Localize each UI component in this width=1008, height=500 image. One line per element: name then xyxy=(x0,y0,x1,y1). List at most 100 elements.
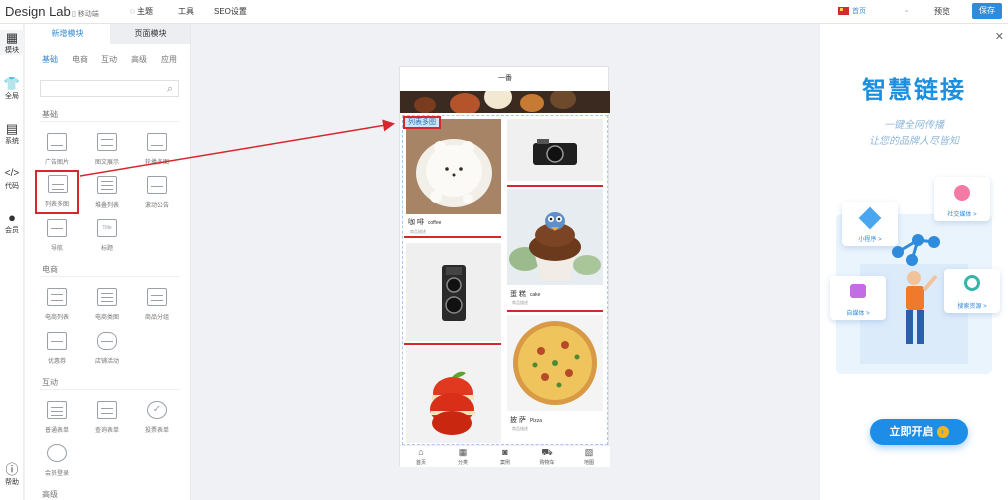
product-list-icon xyxy=(47,288,67,306)
tile-store-activity[interactable]: 店铺活动 xyxy=(86,329,128,371)
tile-image-text[interactable]: 图文展示 xyxy=(86,130,128,172)
card-search-resources[interactable]: 搜索资源 > xyxy=(944,269,1000,313)
search-icon xyxy=(964,275,980,291)
tile-scroll-notice[interactable]: 滚动公告 xyxy=(136,173,178,215)
modules-icon: ▦ xyxy=(5,30,19,45)
module-label-tag[interactable]: 列表多图 xyxy=(403,116,441,129)
category-ecommerce[interactable]: 电商 xyxy=(72,54,88,65)
group-basic-heading: 基础 xyxy=(42,110,58,119)
nav-label: 案例 xyxy=(499,460,510,466)
brand-logo: Design Lab xyxy=(5,4,71,19)
tile-coupon[interactable]: 优惠券 xyxy=(36,329,78,371)
tile-carousel[interactable]: 轮播多图 xyxy=(136,130,178,172)
tile-label: 电商列表 xyxy=(44,315,69,321)
carousel-icon xyxy=(147,133,167,151)
banner-image xyxy=(400,91,610,113)
rail-item-global[interactable]: 👕 全局 xyxy=(0,76,24,101)
menu-theme-label: 主题 xyxy=(137,7,153,16)
item-divider xyxy=(507,310,603,312)
group-advanced-heading: 高级 xyxy=(42,490,58,499)
coffee-latte-art xyxy=(406,119,501,214)
close-icon[interactable]: ✕ xyxy=(995,30,1004,43)
start-now-button[interactable]: 立即开启 › xyxy=(870,419,968,445)
form-icon xyxy=(47,401,67,419)
tile-navigation[interactable]: 导航 xyxy=(36,216,78,258)
tile-label: 商品分组 xyxy=(144,315,169,321)
language-flag-icon[interactable] xyxy=(838,7,849,15)
mobile-toggle[interactable]: ▯ 移动端 xyxy=(72,9,99,19)
preview-button[interactable]: 预览 xyxy=(934,6,950,17)
item-name-en: cake xyxy=(529,292,541,298)
item-name: 披 萨 Pizza xyxy=(510,415,542,425)
product-image-camera-tlr xyxy=(406,243,501,341)
page-builder-app: Design Lab ▯ 移动端 ◌ 主题 工具 SEO设置 首页 ⌄ 预览 保存… xyxy=(0,0,1008,500)
gallery-icon xyxy=(48,175,68,193)
nav-cases[interactable]: ◙ 案例 xyxy=(484,446,526,468)
member-icon xyxy=(47,444,67,462)
tile-list-multi-image[interactable]: 列表多图 xyxy=(35,170,79,214)
tile-label: 堆叠列表 xyxy=(94,203,119,209)
tile-label: 店铺活动 xyxy=(94,359,119,365)
tile-vote-form[interactable]: ✓ 投票表单 xyxy=(136,398,178,440)
card-social-media[interactable]: 社交媒体 > xyxy=(934,177,990,221)
rail-label: 全局 xyxy=(5,93,19,100)
tile-basic-form[interactable]: 普通表单 xyxy=(36,398,78,440)
tile-ad-image[interactable]: 广告图片 xyxy=(36,130,78,172)
menu-theme[interactable]: ◌ 主题 xyxy=(130,6,153,17)
module-search-input[interactable]: ⌕ xyxy=(40,80,179,97)
tile-title[interactable]: Title 标题 xyxy=(86,216,128,258)
menu-tools[interactable]: 工具 xyxy=(178,6,194,17)
promo-title: 智慧链接 xyxy=(862,77,966,104)
rail-item-code[interactable]: </> 代码 xyxy=(0,166,24,191)
group-interactive-heading: 互动 xyxy=(42,378,58,387)
save-button[interactable]: 保存 xyxy=(972,3,1002,19)
category-interactive[interactable]: 互动 xyxy=(101,54,117,65)
tab-add-module[interactable]: 新增模块 xyxy=(25,24,110,44)
tile-product-list[interactable]: 电商列表 xyxy=(36,285,78,327)
card-label: 小程序 > xyxy=(858,237,882,243)
item-name-cn: 披 萨 xyxy=(510,417,526,424)
item-name-en: Pizza xyxy=(529,418,543,424)
category-apps[interactable]: 应用 xyxy=(161,54,177,65)
tab-page-modules[interactable]: 页面模块 xyxy=(110,24,190,44)
megaphone-icon xyxy=(147,176,167,194)
nav-label: 购物车 xyxy=(539,460,555,466)
category-advanced[interactable]: 高级 xyxy=(131,54,147,65)
nav-home[interactable]: ⌂ 首页 xyxy=(400,446,442,468)
product-image-camera xyxy=(507,119,603,181)
tile-product-group[interactable]: 商品分组 xyxy=(136,285,178,327)
module-panel: 新增模块 页面模块 基础 电商 互动 高级 应用 ⌕ 基础 广告图片 图文展示 … xyxy=(25,24,191,500)
card-mini-program[interactable]: 小程序 > xyxy=(842,202,898,246)
tile-query-form[interactable]: 查询表单 xyxy=(86,398,128,440)
rail-item-modules[interactable]: ▦ 模块 xyxy=(0,30,24,55)
page-select[interactable]: 首页 ⌄ xyxy=(852,5,910,18)
card-self-media[interactable]: 自媒体 > xyxy=(830,276,886,320)
tile-stack-list[interactable]: 堆叠列表 xyxy=(86,173,128,215)
rail-item-help[interactable]: ⓘ 帮助 xyxy=(0,462,24,487)
menu-seo[interactable]: SEO设置 xyxy=(214,6,247,17)
divider xyxy=(40,276,180,277)
film-camera xyxy=(507,119,603,181)
promo-line-1: 一键全网传播 xyxy=(884,120,944,131)
category-basic[interactable]: 基础 xyxy=(42,54,58,65)
item-name-cn: 蛋 糕 xyxy=(510,291,526,298)
tile-member-login[interactable]: 会员登录 xyxy=(36,441,78,483)
nav-map[interactable]: ▧ 地图 xyxy=(568,446,610,468)
promo-line-2: 让您的品牌人尽皆知 xyxy=(869,136,959,147)
rail-item-members[interactable]: ● 会员 xyxy=(0,210,24,235)
nav-cart[interactable]: ⛟ 购物车 xyxy=(526,446,568,468)
tile-label: 投票表单 xyxy=(144,428,169,434)
palette-icon: ◌ xyxy=(130,7,135,16)
activity-icon xyxy=(97,332,117,350)
tile-label: 导航 xyxy=(50,246,63,252)
nav-category[interactable]: ▦ 分类 xyxy=(442,446,484,468)
rail-item-system[interactable]: ▤ 系统 xyxy=(0,121,24,146)
page-select-value: 首页 xyxy=(852,8,866,15)
card-label: 自媒体 > xyxy=(846,311,870,317)
tile-label: 优惠券 xyxy=(47,359,66,365)
cube-icon xyxy=(858,206,882,230)
tile-label: 标题 xyxy=(100,246,113,252)
phone-page-title: 一番 xyxy=(498,75,512,82)
tile-product-category[interactable]: 电商类图 xyxy=(86,285,128,327)
tile-label: 查询表单 xyxy=(94,428,119,434)
